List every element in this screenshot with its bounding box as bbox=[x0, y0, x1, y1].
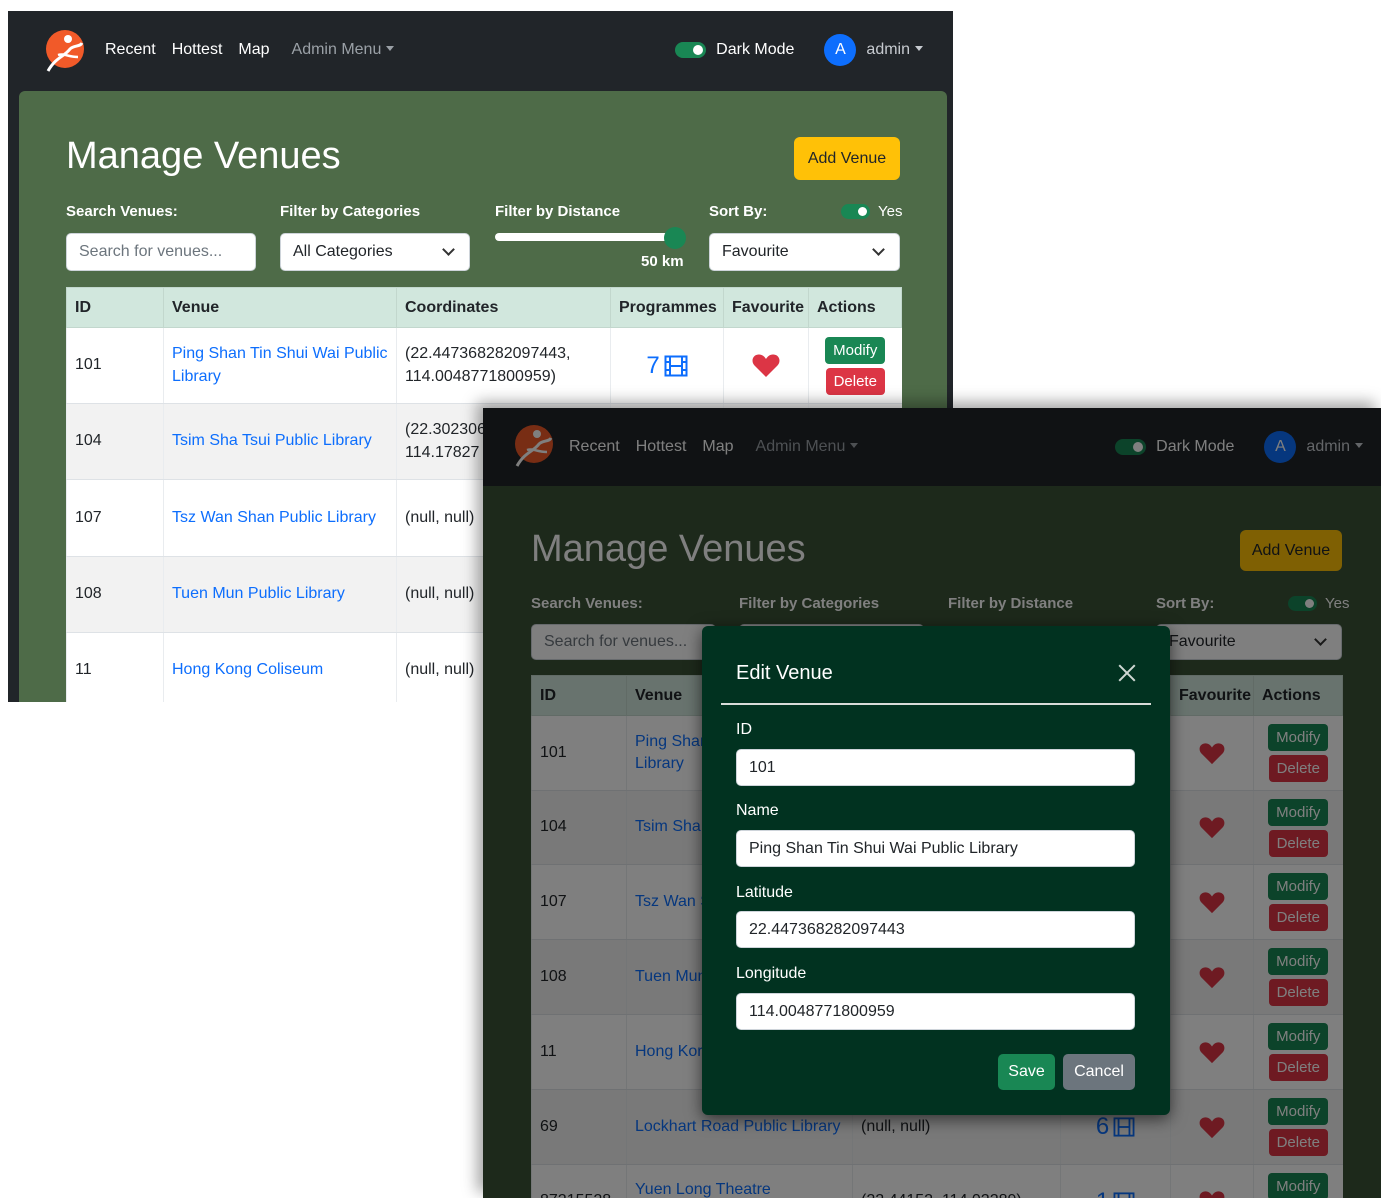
distance-slider-thumb[interactable] bbox=[664, 227, 686, 249]
page-title: Manage Venues bbox=[66, 135, 341, 177]
search-input[interactable] bbox=[66, 233, 256, 271]
sort-select[interactable]: Favourite bbox=[709, 233, 900, 271]
coordinates-text: (22.302306 bbox=[405, 421, 486, 439]
modal-title: Edit Venue bbox=[736, 662, 833, 684]
table-row: 101 Ping Shan Tin Shui Wai Public Librar… bbox=[66, 327, 902, 404]
venue-link[interactable]: Ping Shan Tin Shui Wai Public Library bbox=[172, 345, 388, 384]
distance-slider-track[interactable] bbox=[495, 233, 685, 241]
programme-count[interactable]: 7 bbox=[646, 349, 659, 383]
cell-id: 107 bbox=[66, 479, 164, 557]
chevron-down-icon bbox=[386, 46, 395, 51]
header-coordinates[interactable]: Coordinates bbox=[396, 287, 611, 328]
modify-button[interactable]: Modify bbox=[825, 336, 886, 364]
venue-link[interactable]: Tsim Sha Tsui Public Library bbox=[172, 432, 372, 449]
cell-venue: Tsz Wan Shan Public Library bbox=[163, 479, 397, 557]
cell-coordinates: (22.447368282097443, 114.0048771800959) bbox=[396, 327, 611, 404]
distance-label: Filter by Distance bbox=[495, 203, 621, 220]
id-field[interactable] bbox=[736, 749, 1135, 786]
distance-value: 50 km bbox=[641, 253, 684, 270]
admin-menu-label: Admin Menu bbox=[291, 41, 382, 58]
chevron-down-icon bbox=[915, 46, 923, 51]
cell-venue: Hong Kong Coliseum bbox=[163, 632, 397, 702]
chevron-down-icon bbox=[872, 243, 885, 256]
venue-link[interactable]: Tsz Wan Shan Public Library bbox=[172, 509, 376, 526]
header-actions[interactable]: Actions bbox=[808, 287, 902, 328]
window-edit: Recent Hottest Map Admin Menu Dark Mode … bbox=[483, 408, 1381, 1198]
venue-link[interactable]: Tuen Mun Public Library bbox=[172, 585, 345, 602]
latitude-label: Latitude bbox=[736, 884, 793, 901]
name-field[interactable] bbox=[736, 830, 1135, 867]
navbar: Recent Hottest Map Admin Menu Dark Mode … bbox=[8, 11, 953, 89]
heart-icon[interactable] bbox=[752, 353, 780, 378]
longitude-field[interactable] bbox=[736, 993, 1135, 1030]
dark-mode-label: Dark Mode bbox=[716, 41, 795, 58]
delete-button[interactable]: Delete bbox=[825, 367, 885, 395]
filter-bar: Search Venues: Filter by Categories All … bbox=[66, 203, 902, 273]
navbar-backdrop bbox=[483, 408, 1381, 486]
header-id[interactable]: ID bbox=[66, 287, 164, 328]
cell-id: 11 bbox=[66, 632, 164, 702]
cell-actions: Modify Delete bbox=[808, 327, 902, 404]
cell-venue: Ping Shan Tin Shui Wai Public Library bbox=[163, 327, 397, 404]
film-icon[interactable] bbox=[664, 355, 688, 377]
header-venue[interactable]: Venue bbox=[163, 287, 397, 328]
nav-hottest[interactable]: Hottest bbox=[172, 41, 223, 59]
avatar[interactable]: A bbox=[824, 34, 857, 66]
add-venue-button[interactable]: Add Venue bbox=[794, 137, 900, 180]
runner-logo-icon[interactable] bbox=[38, 27, 88, 77]
coordinates-text: 114.17827 bbox=[405, 443, 480, 461]
cell-id: 101 bbox=[66, 327, 164, 404]
sort-toggle-group: Yes bbox=[841, 203, 902, 220]
save-button[interactable]: Save bbox=[998, 1054, 1055, 1090]
nav-recent[interactable]: Recent bbox=[105, 41, 156, 59]
cancel-button[interactable]: Cancel bbox=[1063, 1054, 1135, 1090]
header-favourite[interactable]: Favourite bbox=[723, 287, 809, 328]
nav-map[interactable]: Map bbox=[238, 41, 269, 59]
cell-id: 108 bbox=[66, 556, 164, 633]
sort-toggle-label: Yes bbox=[878, 203, 903, 220]
edit-venue-modal: Edit Venue ID Name Latitude Longitude Sa… bbox=[702, 626, 1170, 1115]
cell-programmes: 7 bbox=[610, 327, 724, 404]
user-menu[interactable]: admin bbox=[866, 41, 923, 59]
cell-id: 104 bbox=[66, 403, 164, 480]
sort-value: Favourite bbox=[722, 243, 789, 260]
latitude-field[interactable] bbox=[736, 911, 1135, 948]
cell-venue: Tsim Sha Tsui Public Library bbox=[163, 403, 397, 480]
close-icon[interactable] bbox=[1118, 664, 1136, 682]
sort-order-toggle[interactable] bbox=[841, 204, 870, 219]
cell-favourite bbox=[723, 327, 809, 404]
search-label: Search Venues: bbox=[66, 203, 178, 220]
modal-divider bbox=[721, 703, 1151, 705]
username: admin bbox=[866, 41, 910, 58]
category-label: Filter by Categories bbox=[280, 203, 421, 220]
longitude-label: Longitude bbox=[736, 965, 807, 982]
category-select[interactable]: All Categories bbox=[280, 233, 470, 271]
nav-admin-menu[interactable]: Admin Menu bbox=[292, 41, 395, 59]
dark-mode-toggle[interactable] bbox=[675, 42, 707, 58]
header-programmes[interactable]: Programmes bbox=[610, 287, 724, 328]
name-label: Name bbox=[736, 802, 779, 819]
cell-venue: Tuen Mun Public Library bbox=[163, 556, 397, 633]
id-label: ID bbox=[736, 721, 752, 738]
category-value: All Categories bbox=[293, 243, 393, 260]
chevron-down-icon bbox=[442, 243, 455, 256]
venue-link[interactable]: Hong Kong Coliseum bbox=[172, 661, 323, 678]
sort-label: Sort By: bbox=[709, 203, 768, 220]
